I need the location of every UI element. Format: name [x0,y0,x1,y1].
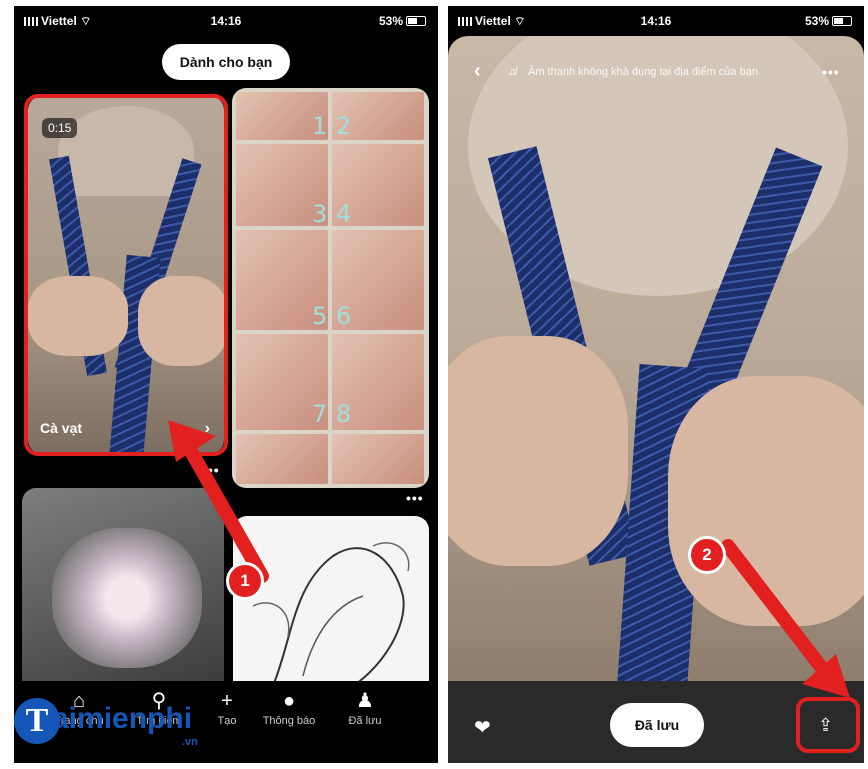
sound-off-icon: ♫̸ [508,66,517,78]
video-header: ‹ ♫̸ Âm thanh không khả dụng tại địa điể… [448,60,864,86]
logo-domain: .vn [182,736,198,748]
for-you-tab[interactable]: Dành cho bạn [162,44,290,80]
step-number: 5 [312,302,328,330]
step-number: 7 [312,400,328,428]
back-chevron-icon[interactable]: ‹ [474,60,481,83]
person-icon: ♟ [356,690,374,712]
more-options-icon[interactable]: ••• [822,64,840,80]
nav-saved[interactable]: ♟ Đã lưu [330,689,400,727]
audio-unavailable-text: Âm thanh không khả dụng tại địa điểm của… [528,66,758,78]
highlight-box [24,94,228,456]
status-bar: Viettel ⌔ 14:16 53% [448,6,864,32]
annotation-arrow [168,420,269,583]
battery: 53% [379,14,426,28]
step-callout: 2 [688,536,726,574]
nav-notifications[interactable]: ● Thông báo [254,689,324,727]
step-number: 4 [336,200,352,228]
status-bar: Viettel ⌔ 14:16 53% [14,6,438,32]
step-number: 3 [312,200,328,228]
watermark-logo: T aimienphi .vn [14,696,224,756]
battery: 53% [805,14,852,28]
step-number: 1 [312,112,328,140]
hand-image [448,336,628,566]
react-heart-icon[interactable]: ❤ [474,715,491,740]
photo-cell [332,434,424,484]
share-icon[interactable]: ⇪ [818,715,833,736]
step-callout: 1 [226,562,264,600]
step-number: 2 [336,112,352,140]
saved-button[interactable]: Đã lưu [610,703,704,747]
battery-icon [406,16,426,26]
more-options-icon[interactable]: ••• [406,490,424,506]
pinterest-home-screen: Viettel ⌔ 14:16 53% Dành cho bạn 0:15 Cà… [14,6,438,763]
battery-icon [832,16,852,26]
clock: 14:16 [640,14,672,28]
clock: 14:16 [210,14,242,28]
pin-detail-screen: Viettel ⌔ 14:16 53% ‹ ♫̸ Âm thanh không … [448,6,864,763]
step-number: 8 [336,400,352,428]
step-number: 6 [336,302,352,330]
chat-icon: ● [282,690,296,712]
annotation-arrow [721,539,850,698]
logo-text: aimienphi [52,702,193,735]
